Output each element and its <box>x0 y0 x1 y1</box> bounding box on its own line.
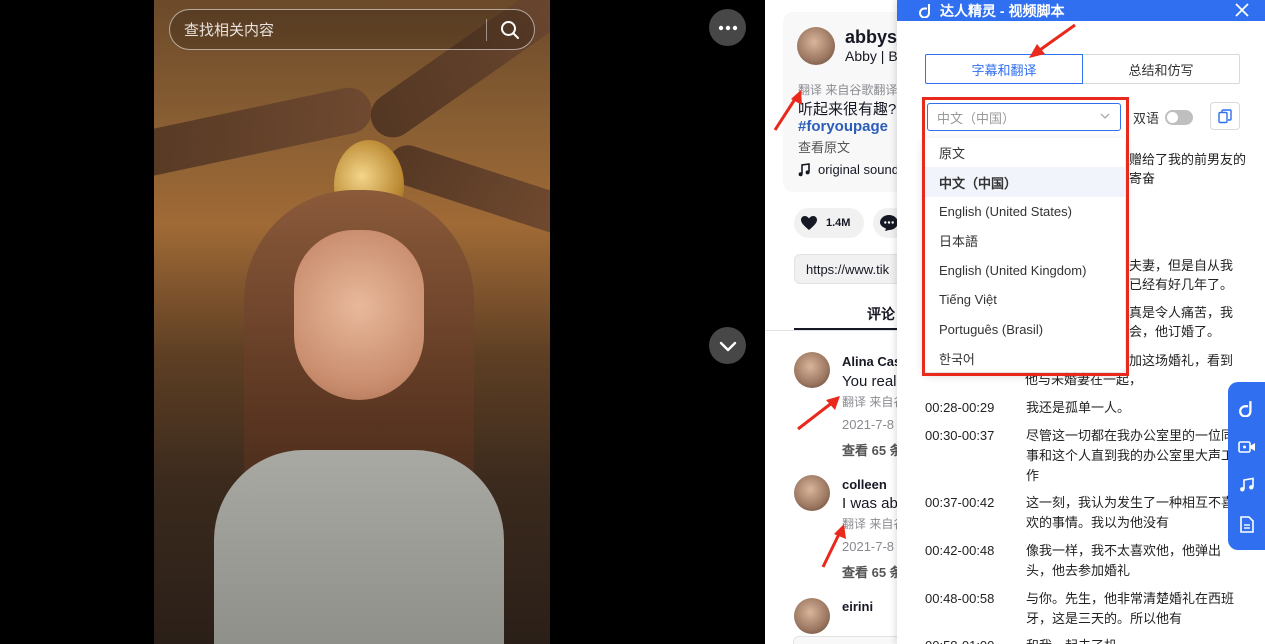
subtitle-time: 00:30-00:37 <box>925 428 995 443</box>
copy-button[interactable] <box>1210 102 1240 130</box>
subtitle-text: 和我一起去了机 <box>1026 636 1240 644</box>
subtitle-text: 与你。先生，他非常清楚婚礼在西班牙，这是三天的。所以他有 <box>1026 591 1235 626</box>
tab-divider <box>765 330 905 331</box>
share-link: https://www.tik <box>806 262 890 277</box>
translate-label[interactable]: 翻译 来自谷歌翻译 <box>798 81 897 98</box>
shirt <box>214 450 504 644</box>
copy-icon <box>1218 108 1232 123</box>
author-display-name: Abby | Bo <box>845 48 905 64</box>
comment-translate-label[interactable]: 翻译 来自谷 <box>842 515 905 532</box>
comment-author[interactable]: colleen <box>842 477 887 492</box>
logo-icon <box>919 4 930 18</box>
comment-text: I was ab <box>842 495 898 512</box>
chevron-down-icon <box>719 341 736 351</box>
panel-title: 达人精灵 - 视频脚本 <box>940 2 1065 19</box>
subtitle-text: 真是令人痛苦，我 <box>1129 305 1234 320</box>
subtitle-row[interactable]: 00:30-00:37 尽管这一切都在我办公室里的一位同事和这个人直到我的办公室… <box>925 426 1240 486</box>
subtitle-text: 加这场婚礼，看到 <box>1129 353 1234 368</box>
subtitle-row[interactable]: 00:42-00:48 像我一样，我不太喜欢他，他弹出头，他去参加婚礼 <box>925 541 1240 581</box>
subtitle-text: 夫妻，但是自从我 <box>1129 258 1234 273</box>
comment-avatar[interactable] <box>794 352 830 388</box>
link-box[interactable]: https://www.tik <box>794 254 905 284</box>
hashtag-link[interactable]: #foryoupage <box>798 118 888 135</box>
person <box>214 190 504 644</box>
annotation-box <box>922 97 1129 376</box>
face <box>294 230 424 400</box>
next-video-button[interactable] <box>709 327 746 364</box>
tab-comments[interactable]: 评论 <box>867 304 895 324</box>
comment-date: 2021-7-8 <box>842 539 895 554</box>
bilingual-label: 双语 <box>1133 111 1160 126</box>
view-original-link[interactable]: 查看原文 <box>798 137 850 156</box>
toggle-knob <box>1167 112 1178 123</box>
subtitle-text: 像我一样，我不太喜欢他，他弹出头，他去参加婚礼 <box>1026 543 1222 578</box>
annotation-arrow <box>773 90 802 131</box>
view-replies-button[interactable]: 查看 65 条 <box>842 440 903 459</box>
close-icon[interactable] <box>1235 3 1249 17</box>
panel-tabs: 字幕和翻译 总结和仿写 <box>925 54 1240 84</box>
subtitle-time: 00:58-01:00 <box>925 636 1026 644</box>
author-avatar[interactable] <box>797 27 835 65</box>
search-placeholder: 查找相关内容 <box>184 22 275 39</box>
author-username[interactable]: abbys_ <box>845 27 905 48</box>
video-icon[interactable] <box>1237 440 1256 454</box>
subtitle-time: 00:28-00:29 <box>925 400 995 415</box>
annotation-arrow <box>797 396 840 431</box>
subtitle-text: 尽管这一切都在我办公室里的一位同事和这个人直到我的办公室里大声工作 <box>1026 428 1235 483</box>
subtitle-row[interactable]: 00:37-00:42 这一刻，我认为发生了一种相互不喜欢的事情。我以为他没有 <box>925 493 1240 533</box>
video-frame[interactable] <box>154 0 550 644</box>
comment-avatar[interactable] <box>794 475 830 511</box>
subtitle-time: 00:48-00:58 <box>925 591 995 606</box>
view-replies-button[interactable]: 查看 65 条 <box>842 562 903 581</box>
subtitle-time: 00:42-00:48 <box>925 543 995 558</box>
logo-icon[interactable] <box>1238 400 1255 417</box>
search-divider <box>486 19 487 41</box>
comment-author[interactable]: Alina Cas <box>842 354 901 369</box>
panel-header: 达人精灵 - 视频脚本 <box>897 0 1265 21</box>
annotation-arrow <box>821 524 846 568</box>
like-count: 1.4M <box>826 217 851 229</box>
bilingual-toggle[interactable] <box>1165 110 1193 125</box>
annotation-arrow <box>1029 23 1076 58</box>
post-detail-panel: abbys_ Abby | Bo 翻译 来自谷歌翻译 听起来很有趣? #fory… <box>765 0 905 644</box>
search-icon[interactable] <box>500 20 520 40</box>
comment-avatar[interactable] <box>794 598 830 634</box>
subtitle-text: 会，他订婚了。 <box>1129 324 1221 339</box>
sound-link[interactable]: original sound <box>818 162 899 177</box>
post-caption: 听起来很有趣? <box>798 101 897 118</box>
comment-author[interactable]: eirini <box>842 599 873 614</box>
subtitle-text: 寄奋 <box>1129 171 1156 186</box>
subtitle-text: 我还是孤单一人。 <box>1026 400 1131 415</box>
subtitle-text: 已经有好几年了。 <box>1129 277 1234 292</box>
subtitle-row[interactable]: 00:48-00:58 与你。先生，他非常清楚婚礼在西班牙，这是三天的。所以他有 <box>925 589 1240 629</box>
tab-summary-rewrite[interactable]: 总结和仿写 <box>1083 54 1240 84</box>
comment-date: 2021-7-8 <box>842 417 895 432</box>
floating-toolbar <box>1228 382 1265 550</box>
more-icon <box>718 25 737 30</box>
comment-icon <box>880 215 898 231</box>
search-input[interactable]: 查找相关内容 <box>169 9 535 50</box>
video-script-panel: 达人精灵 - 视频脚本 字幕和翻译 总结和仿写 中文（中国） 双语 赠给了我的前… <box>897 0 1265 644</box>
video-player[interactable]: 查找相关内容 <box>0 0 765 644</box>
subtitle-row[interactable]: 00:58-01:00 和我一起去了机 <box>925 636 1240 644</box>
comment-input[interactable] <box>793 636 905 644</box>
subtitle-row[interactable]: 00:28-00:29 我还是孤单一人。 <box>925 398 1240 418</box>
comment-translate-label[interactable]: 翻译 来自谷 <box>842 393 905 410</box>
document-icon[interactable] <box>1239 515 1254 533</box>
subtitle-time: 00:37-00:42 <box>925 495 995 510</box>
subtitle-text: 这一刻，我认为发生了一种相互不喜欢的事情。我以为他没有 <box>1026 495 1235 530</box>
more-button[interactable] <box>709 9 746 46</box>
music-icon[interactable] <box>1239 477 1255 493</box>
heart-icon <box>801 216 817 230</box>
comment-text: You reall <box>842 373 900 390</box>
subtitle-text: 赠给了我的前男友的 <box>1129 152 1247 167</box>
screen: 查找相关内容 abbys_ Abby | Bo 翻译 来自谷歌翻译 听起来很有趣… <box>0 0 1265 644</box>
like-button[interactable]: 1.4M <box>794 208 864 238</box>
music-note-icon <box>798 163 810 177</box>
